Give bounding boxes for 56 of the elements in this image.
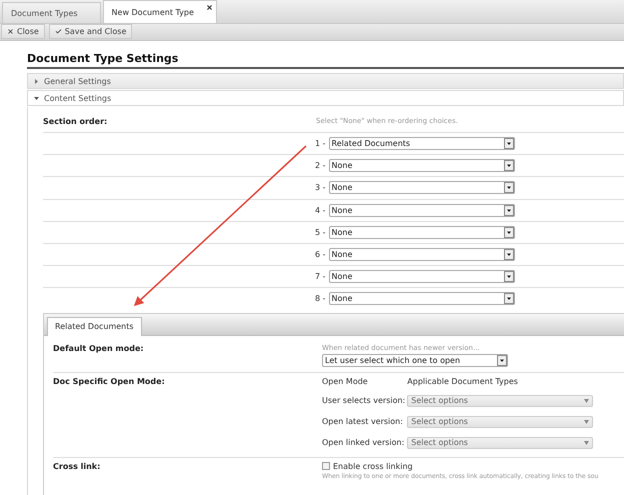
section-select[interactable]: None (328, 204, 515, 217)
field-label: Cross link: (53, 462, 102, 472)
dropdown-icon (504, 293, 514, 304)
section-select[interactable]: None (328, 270, 515, 284)
section-select[interactable]: Related Documents (328, 137, 515, 150)
dropdown-icon (497, 354, 507, 366)
order-number: 4 - (315, 206, 326, 215)
dropdown-icon (504, 182, 514, 194)
field-label: Open latest version: (322, 417, 404, 426)
caret-down-icon (584, 440, 590, 444)
close-button[interactable]: Close (1, 24, 45, 39)
order-number: 7 - (315, 272, 326, 282)
close-icon (7, 28, 14, 35)
field-label: Section order: (43, 117, 108, 128)
section-select[interactable]: None (328, 159, 515, 172)
dropdown-icon (504, 271, 514, 282)
multi-select[interactable]: Select options (407, 394, 594, 406)
order-number: 6 - (315, 250, 326, 260)
accordion-header[interactable]: Content Settings (27, 90, 624, 106)
multi-select[interactable]: Select options (407, 416, 594, 428)
tab[interactable]: New Document Type (102, 0, 217, 23)
section-select[interactable]: None (328, 292, 515, 306)
caret-right-icon (34, 78, 39, 84)
caret-down-icon (584, 398, 590, 402)
dropdown-icon (504, 138, 514, 150)
close-icon[interactable] (206, 4, 213, 11)
tab[interactable]: Related Documents (47, 316, 142, 336)
open-mode-select[interactable]: Let user select which one to open (322, 354, 508, 366)
caret-down-icon (584, 420, 590, 424)
check-icon (54, 28, 62, 35)
section-select[interactable]: None (328, 181, 515, 194)
dropdown-icon (504, 204, 514, 216)
dropdown-icon (504, 226, 514, 238)
order-number: 3 - (315, 183, 326, 192)
checkbox[interactable] (322, 462, 330, 470)
checkbox-label: Enable cross linking (333, 462, 413, 470)
dropdown-icon (504, 160, 514, 172)
save-button[interactable]: Save and Close (48, 24, 132, 39)
accordion-header[interactable]: General Settings (27, 73, 624, 89)
multi-select[interactable]: Select options (407, 436, 594, 448)
page-heading: Document Type Settings (27, 52, 624, 69)
field-label: Open linked version: (322, 438, 406, 447)
section-select[interactable]: None (328, 248, 515, 262)
order-number: 2 - (315, 161, 326, 170)
field-label: Doc Specific Open Mode: (53, 376, 166, 388)
column-header: Open Mode (322, 376, 369, 386)
tab[interactable]: Document Types (2, 2, 101, 23)
section-select[interactable]: None (328, 226, 515, 239)
order-number: 8 - (315, 294, 326, 304)
order-number: 1 - (315, 139, 326, 148)
caret-down-icon (34, 96, 39, 100)
order-number: 5 - (315, 228, 326, 237)
field-label: Default Open mode: (53, 344, 145, 355)
dropdown-icon (504, 249, 514, 260)
column-header: Applicable Document Types (407, 376, 519, 386)
field-label: User selects version: (322, 396, 406, 405)
